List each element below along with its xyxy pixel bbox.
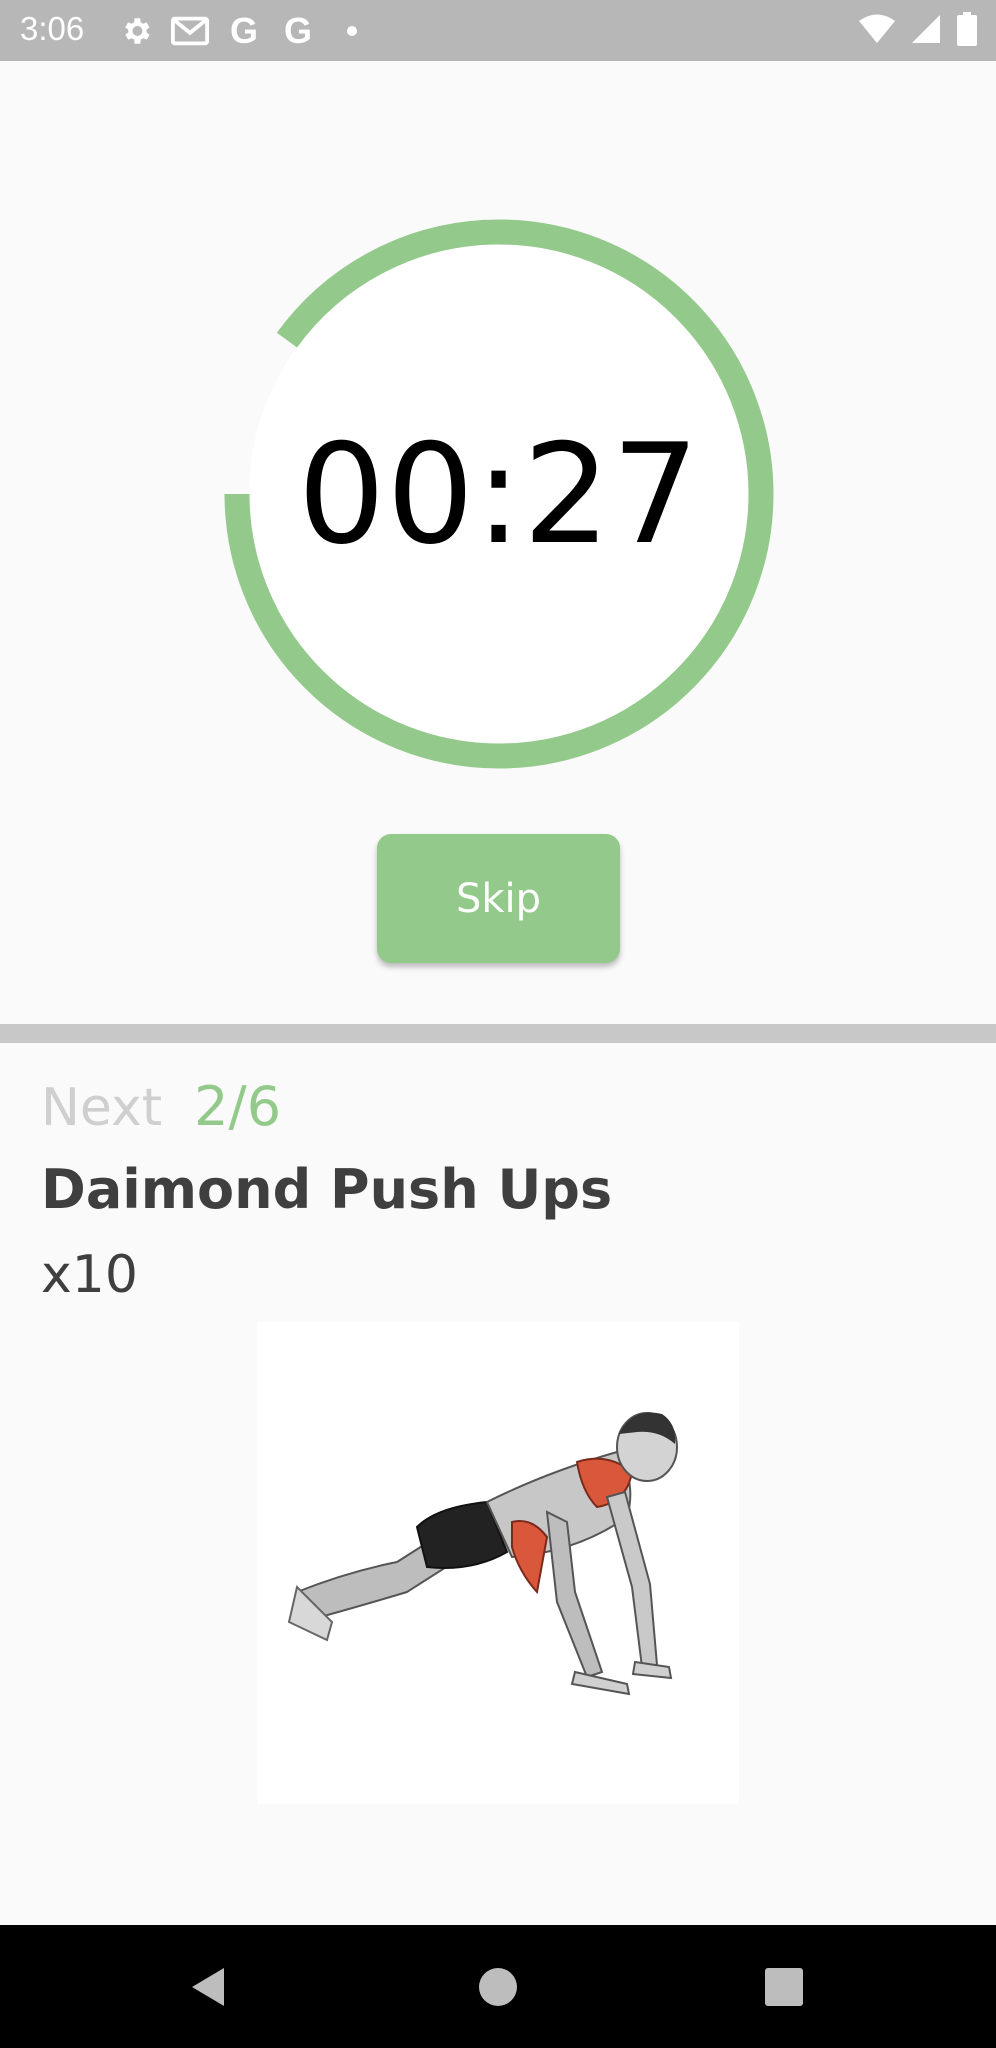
google-letter: G bbox=[229, 10, 258, 51]
google-letter: G bbox=[283, 10, 312, 51]
google-icon: G bbox=[279, 12, 317, 50]
home-icon[interactable] bbox=[438, 1925, 558, 2048]
system-nav-bar bbox=[0, 1925, 996, 2048]
status-time: 3:06 bbox=[20, 10, 85, 47]
recents-icon[interactable] bbox=[724, 1925, 844, 2048]
next-exercise-reps: x10 bbox=[41, 1245, 138, 1305]
exercise-progress: 2/6 bbox=[194, 1075, 282, 1138]
skip-button[interactable]: Skip bbox=[377, 834, 620, 963]
back-icon[interactable] bbox=[148, 1925, 268, 2048]
next-exercise-name: Daimond Push Ups bbox=[41, 1158, 613, 1221]
dot-icon bbox=[333, 12, 371, 50]
timer-countdown: 00:27 bbox=[297, 413, 701, 575]
signal-icon bbox=[910, 13, 942, 49]
rest-timer: 00:27 bbox=[223, 218, 775, 770]
google-icon: G bbox=[225, 12, 263, 50]
gmail-icon bbox=[171, 12, 209, 50]
next-header: Next 2/6 bbox=[41, 1075, 281, 1138]
system-icons bbox=[858, 12, 978, 50]
wifi-icon bbox=[858, 14, 896, 48]
settings-icon bbox=[117, 12, 155, 50]
section-divider bbox=[0, 1024, 996, 1043]
status-bar: 3:06 G G bbox=[0, 0, 996, 61]
notification-icons: G G bbox=[117, 12, 371, 50]
push-up-illustration bbox=[257, 1322, 739, 1804]
next-label: Next bbox=[41, 1078, 163, 1138]
battery-icon bbox=[956, 12, 978, 50]
